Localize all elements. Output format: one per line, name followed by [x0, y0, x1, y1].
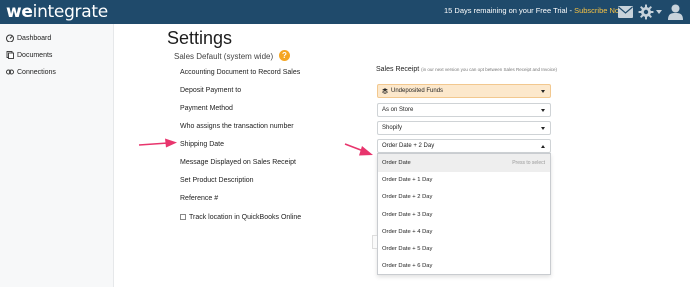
transaction-number-select[interactable]: Shopify — [377, 121, 551, 135]
select-value: As on Store — [382, 107, 414, 113]
chevron-down-icon — [541, 90, 545, 93]
chevron-down-icon[interactable] — [656, 10, 662, 14]
setting-label-message: Message Displayed on Sales Receipt — [180, 159, 296, 166]
top-bar: weintegrate 15 Days remaining on your Fr… — [0, 0, 690, 24]
setting-label-deposit-payment: Deposit Payment to — [180, 87, 242, 94]
sidebar: Dashboard Documents Connections — [0, 24, 114, 287]
dropdown-option[interactable]: Order Date + 1 Day — [378, 171, 550, 189]
arrow-annotation-right — [344, 143, 373, 156]
help-icon[interactable]: ? — [279, 50, 290, 61]
dropdown-option[interactable]: Order Date + 6 Day — [378, 257, 550, 275]
chevron-down-icon — [541, 127, 545, 130]
shipping-date-select[interactable]: Order Date + 2 Day — [377, 139, 551, 153]
track-location-label: Track location in QuickBooks Online — [189, 214, 302, 221]
sidebar-item-label: Dashboard — [17, 34, 52, 42]
shipping-date-dropdown: Order Date Press to select Order Date + 1… — [377, 153, 551, 275]
chevron-up-icon — [541, 145, 545, 148]
dropdown-option[interactable]: Order Date + 5 Day — [378, 240, 550, 258]
gear-icon[interactable] — [638, 4, 654, 20]
payment-method-select[interactable]: As on Store — [377, 103, 551, 117]
layers-icon — [382, 88, 388, 94]
user-icon[interactable] — [668, 4, 683, 20]
sales-receipt-note: (in our next version you can opt between… — [421, 67, 557, 72]
logo-light-text: integrate — [32, 2, 109, 22]
select-value: Shopify — [382, 125, 403, 131]
setting-label-product-description: Set Product Description — [180, 177, 254, 184]
setting-label-shipping-date: Shipping Date — [180, 141, 224, 148]
hidden-control-edge — [372, 235, 377, 249]
logo-bold-text: we — [6, 2, 33, 22]
select-value: Undeposited Funds — [391, 88, 444, 94]
arrow-annotation-left — [138, 138, 177, 148]
trial-text: 15 Days remaining on your Free Trial - — [444, 6, 575, 15]
sales-receipt-title: Sales Receipt — [376, 66, 420, 73]
chevron-down-icon — [541, 109, 545, 112]
section-title: Sales Default (system wide) — [174, 52, 274, 61]
dropdown-option[interactable]: Order Date + 3 Day — [378, 206, 550, 224]
track-location-checkbox[interactable] — [180, 214, 186, 220]
setting-label-reference: Reference # — [180, 195, 219, 202]
select-value: Order Date + 2 Day — [382, 143, 435, 149]
setting-label-transaction-number: Who assigns the transaction number — [180, 123, 294, 130]
option-label: Order Date — [382, 160, 411, 166]
logo[interactable]: weintegrate — [6, 2, 108, 22]
sidebar-item-documents[interactable]: Documents — [6, 49, 52, 61]
deposit-payment-select[interactable]: Undeposited Funds — [377, 84, 551, 98]
page-title: Settings — [167, 28, 233, 48]
setting-label-accounting-document: Accounting Document to Record Sales — [180, 69, 301, 76]
sidebar-item-label: Documents — [17, 51, 53, 59]
documents-icon — [6, 51, 14, 59]
connections-icon — [6, 69, 14, 75]
sidebar-item-label: Connections — [17, 68, 56, 76]
dashboard-icon — [6, 34, 14, 42]
sidebar-item-connections[interactable]: Connections — [6, 66, 56, 78]
mail-icon[interactable] — [618, 6, 633, 18]
dropdown-hint: Press to select — [512, 160, 545, 166]
subscribe-link[interactable]: Subscribe Now — [574, 6, 624, 15]
sidebar-item-dashboard[interactable]: Dashboard — [6, 32, 51, 44]
trial-banner: 15 Days remaining on your Free Trial - S… — [444, 6, 625, 16]
dropdown-option[interactable]: Order Date + 2 Day — [378, 188, 550, 206]
sales-receipt-label: Sales Receipt (in our next version you c… — [376, 65, 557, 74]
dropdown-option[interactable]: Order Date Press to select — [378, 154, 550, 172]
dropdown-option[interactable]: Order Date + 4 Day — [378, 223, 550, 241]
setting-label-payment-method: Payment Method — [180, 105, 233, 112]
